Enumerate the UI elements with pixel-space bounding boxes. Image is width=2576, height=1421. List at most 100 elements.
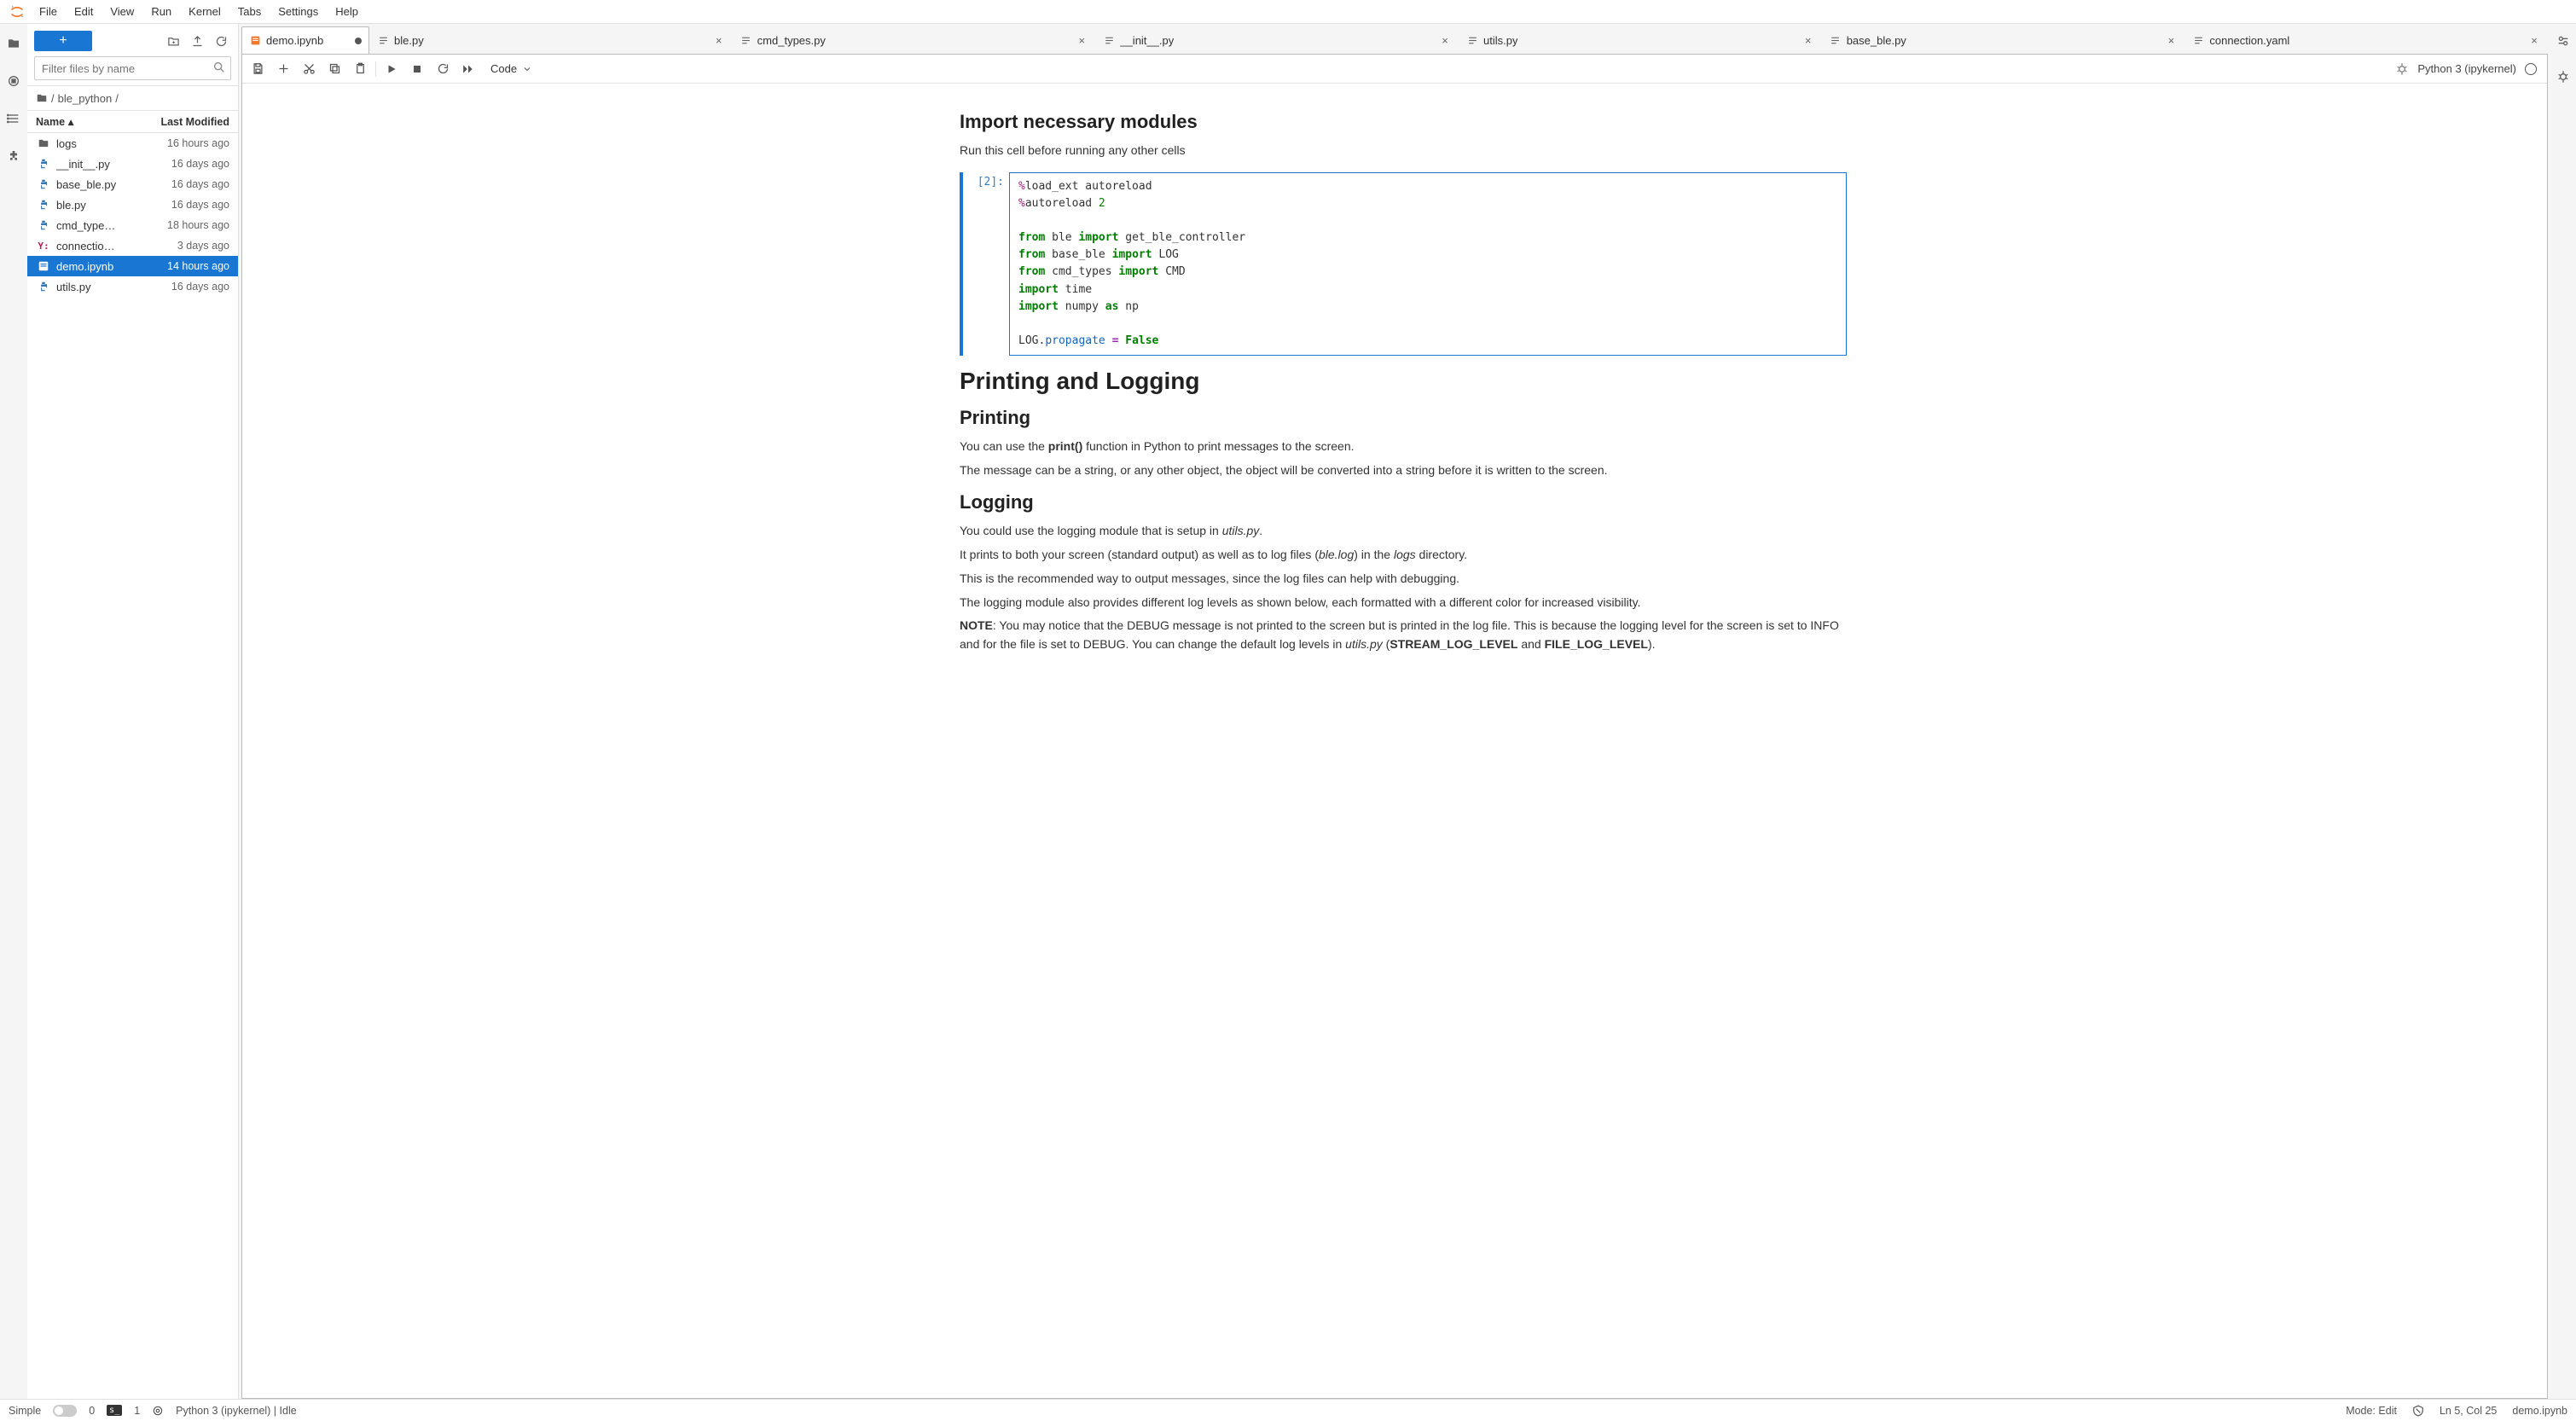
close-icon[interactable]: × bbox=[2528, 35, 2540, 47]
file-row[interactable]: utils.py16 days ago bbox=[27, 276, 238, 297]
md-paragraph: The message can be a string, or any othe… bbox=[960, 461, 1847, 480]
menu-tabs[interactable]: Tabs bbox=[229, 2, 270, 21]
line-col-text[interactable]: Ln 5, Col 25 bbox=[2440, 1405, 2497, 1417]
notebook-icon bbox=[249, 35, 261, 47]
new-launcher-button[interactable]: + bbox=[34, 31, 92, 51]
running-tab-icon[interactable] bbox=[4, 72, 23, 90]
tab-label: base_ble.py bbox=[1847, 34, 1906, 47]
fb-filter bbox=[34, 56, 231, 80]
file-name: cmd_type… bbox=[56, 219, 144, 232]
document-area: demo.ipynb ble.py×cmd_types.py×__init__.p… bbox=[239, 24, 2550, 1399]
debugger-icon[interactable] bbox=[2395, 62, 2409, 76]
md-paragraph: The logging module also provides differe… bbox=[960, 594, 1847, 612]
paste-icon[interactable] bbox=[348, 58, 372, 80]
close-icon[interactable]: × bbox=[1076, 35, 1088, 47]
cut-icon[interactable] bbox=[297, 58, 321, 80]
fb-toolbar: + bbox=[27, 24, 238, 56]
folder-icon bbox=[36, 92, 48, 104]
warnings-count[interactable]: 0 bbox=[89, 1405, 95, 1417]
extensions-tab-icon[interactable] bbox=[4, 147, 23, 165]
sort-asc-icon: ▴ bbox=[68, 115, 73, 128]
close-icon[interactable]: × bbox=[1802, 35, 1814, 47]
debugger-panel-icon[interactable] bbox=[2555, 68, 2572, 85]
simple-mode-toggle[interactable] bbox=[53, 1405, 77, 1417]
current-file-text[interactable]: demo.ipynb bbox=[2512, 1405, 2567, 1417]
close-icon[interactable]: × bbox=[713, 35, 725, 47]
kernel-name[interactable]: Python 3 (ipykernel) bbox=[2417, 62, 2516, 75]
dirty-indicator-icon bbox=[355, 38, 362, 44]
run-icon[interactable] bbox=[380, 58, 403, 80]
menu-settings[interactable]: Settings bbox=[270, 2, 327, 21]
tab[interactable]: demo.ipynb bbox=[241, 26, 369, 54]
upload-icon[interactable] bbox=[187, 31, 207, 51]
file-name: utils.py bbox=[56, 281, 144, 293]
tab[interactable]: ble.py× bbox=[369, 26, 733, 54]
tab[interactable]: __init__.py× bbox=[1095, 26, 1459, 54]
close-icon[interactable]: × bbox=[2165, 35, 2177, 47]
column-modified[interactable]: Last Modified bbox=[144, 116, 238, 128]
file-modified: 16 days ago bbox=[144, 281, 229, 293]
stop-icon[interactable] bbox=[405, 58, 429, 80]
search-icon bbox=[212, 61, 226, 74]
file-row[interactable]: base_ble.py16 days ago bbox=[27, 174, 238, 194]
file-name: ble.py bbox=[56, 199, 144, 212]
file-row[interactable]: __init__.py16 days ago bbox=[27, 154, 238, 174]
md-heading: Printing and Logging bbox=[960, 368, 1847, 395]
close-icon[interactable]: × bbox=[1439, 35, 1451, 47]
menu-file[interactable]: File bbox=[31, 2, 66, 21]
mode-text[interactable]: Mode: Edit bbox=[2346, 1405, 2397, 1417]
terminals-count[interactable]: 1 bbox=[134, 1405, 140, 1417]
restart-run-all-icon[interactable] bbox=[456, 58, 480, 80]
markdown-cell[interactable]: Printing and Logging Printing You can us… bbox=[960, 368, 1847, 654]
text-icon bbox=[1103, 35, 1115, 47]
md-paragraph: You can use the print() function in Pyth… bbox=[960, 438, 1847, 456]
tab-label: utils.py bbox=[1483, 34, 1517, 47]
file-row[interactable]: logs16 hours ago bbox=[27, 133, 238, 154]
tab[interactable]: utils.py × bbox=[1459, 26, 1822, 54]
refresh-icon[interactable] bbox=[211, 31, 231, 51]
file-modified: 16 hours ago bbox=[144, 137, 229, 149]
save-icon[interactable] bbox=[246, 58, 270, 80]
kernel-status-text[interactable]: Python 3 (ipykernel) | Idle bbox=[176, 1405, 297, 1417]
new-folder-icon[interactable] bbox=[163, 31, 183, 51]
menu-run[interactable]: Run bbox=[142, 2, 180, 21]
menu-edit[interactable]: Edit bbox=[66, 2, 102, 21]
file-list: logs16 hours ago__init__.py16 days agoba… bbox=[27, 133, 238, 1399]
file-row[interactable]: ble.py16 days ago bbox=[27, 194, 238, 215]
md-heading: Import necessary modules bbox=[960, 111, 1847, 133]
code-cell[interactable]: [2]: %load_ext autoreload %autoreload 2 … bbox=[960, 172, 1847, 356]
filebrowser-tab-icon[interactable] bbox=[4, 34, 23, 53]
tab[interactable]: base_ble.py × bbox=[1822, 26, 2185, 54]
yaml-icon: Y: bbox=[36, 241, 51, 252]
restart-icon[interactable] bbox=[431, 58, 455, 80]
code-editor[interactable]: %load_ext autoreload %autoreload 2 from … bbox=[1009, 172, 1847, 356]
tab[interactable]: connection.yaml× bbox=[2184, 26, 2548, 54]
notification-icon[interactable] bbox=[2412, 1405, 2424, 1417]
markdown-cell[interactable]: Import necessary modules Run this cell b… bbox=[960, 111, 1847, 160]
property-inspector-icon[interactable] bbox=[2555, 32, 2572, 49]
insert-cell-icon[interactable] bbox=[271, 58, 295, 80]
breadcrumb-path[interactable]: ble_python bbox=[58, 92, 113, 105]
lsp-icon[interactable] bbox=[152, 1405, 164, 1417]
file-row[interactable]: Y:connectio…3 days ago bbox=[27, 235, 238, 256]
copy-icon[interactable] bbox=[322, 58, 346, 80]
python-icon bbox=[36, 281, 51, 293]
breadcrumb[interactable]: / ble_python / bbox=[27, 85, 238, 111]
terminal-icon[interactable]: s_ bbox=[107, 1405, 122, 1416]
tab-label: demo.ipynb bbox=[266, 34, 323, 47]
column-name[interactable]: Name▴ bbox=[27, 115, 144, 128]
menu-bar: File Edit View Run Kernel Tabs Settings … bbox=[0, 0, 2576, 24]
menu-kernel[interactable]: Kernel bbox=[180, 2, 229, 21]
filter-input[interactable] bbox=[34, 56, 231, 80]
menu-help[interactable]: Help bbox=[327, 2, 367, 21]
text-icon bbox=[1466, 35, 1478, 47]
notebook-body[interactable]: Import necessary modules Run this cell b… bbox=[242, 84, 2547, 1398]
file-row[interactable]: demo.ipynb14 hours ago bbox=[27, 256, 238, 276]
breadcrumb-root[interactable]: / bbox=[51, 92, 55, 105]
file-row[interactable]: cmd_type…18 hours ago bbox=[27, 215, 238, 235]
notebook-toolbar: Code Python 3 (ipykernel) bbox=[242, 55, 2547, 84]
tab[interactable]: cmd_types.py× bbox=[733, 26, 1096, 54]
cell-type-selector[interactable]: Code bbox=[490, 62, 532, 75]
menu-view[interactable]: View bbox=[102, 2, 142, 21]
toc-tab-icon[interactable] bbox=[4, 109, 23, 128]
